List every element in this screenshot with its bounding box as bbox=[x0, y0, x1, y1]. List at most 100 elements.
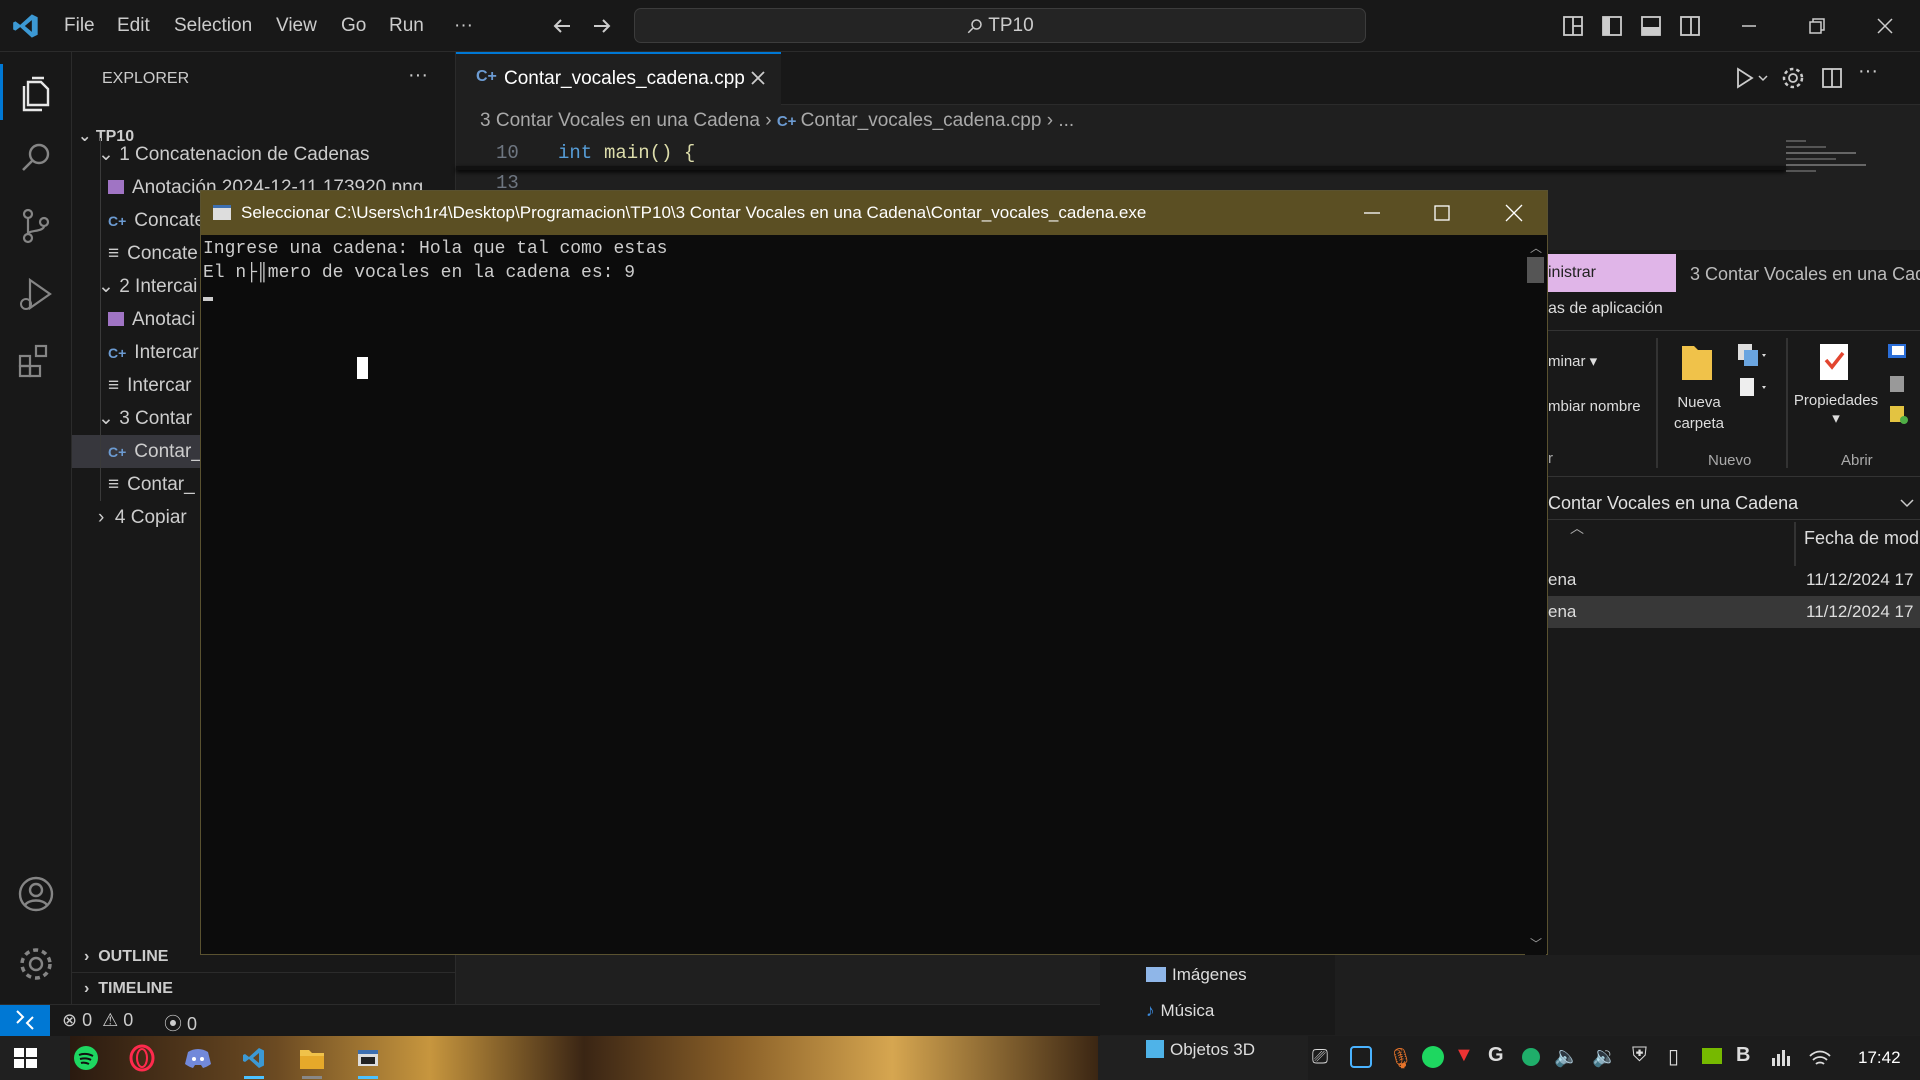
minimap[interactable] bbox=[1786, 136, 1876, 196]
folder-item[interactable]: ⌄ 1 Concatenacion de Cadenas bbox=[98, 138, 456, 171]
keyword: int bbox=[558, 142, 593, 164]
settings-icon[interactable] bbox=[1781, 66, 1805, 90]
screenshot-icon[interactable]: ⎚ bbox=[1312, 1046, 1328, 1069]
settings-gear-icon[interactable] bbox=[14, 942, 58, 986]
command-center-search[interactable]: TP10 bbox=[634, 8, 1366, 43]
title-bar: File Edit Selection View Go Run ··· TP10 bbox=[0, 0, 1920, 52]
g-hub-icon[interactable]: G bbox=[1488, 1044, 1504, 1067]
console-taskbar-icon[interactable] bbox=[350, 1042, 386, 1074]
run-code-icon[interactable] bbox=[1732, 66, 1768, 90]
timeline-section[interactable]: › TIMELINE bbox=[84, 980, 173, 998]
forward-arrow-icon[interactable] bbox=[590, 14, 614, 38]
breadcrumb-file[interactable]: Contar_vocales_cadena.cpp bbox=[801, 110, 1042, 131]
volume-alt-icon[interactable]: 🔉 bbox=[1592, 1044, 1617, 1069]
file-explorer-window: inistrar 3 Contar Vocales en una Cade as… bbox=[1548, 250, 1920, 955]
search-sidebar-icon[interactable] bbox=[14, 136, 58, 180]
divider bbox=[1656, 338, 1658, 468]
vscode-taskbar-icon[interactable] bbox=[236, 1042, 272, 1074]
rename-button[interactable]: mbiar nombre bbox=[1548, 398, 1641, 415]
close-icon[interactable] bbox=[1503, 203, 1525, 223]
menu-edit[interactable]: Edit bbox=[117, 0, 150, 52]
properties-button[interactable]: Propiedades ▾ bbox=[1792, 392, 1880, 427]
extensions-icon[interactable] bbox=[14, 338, 58, 382]
run-debug-icon[interactable] bbox=[14, 272, 58, 316]
close-tab-icon[interactable] bbox=[748, 66, 768, 90]
source-control-icon[interactable] bbox=[14, 204, 58, 248]
file-row[interactable]: ena 11/12/2024 17 bbox=[1548, 596, 1920, 628]
clock[interactable]: 17:42 bbox=[1858, 1048, 1901, 1068]
nav-item-images[interactable]: Imágenes bbox=[1146, 965, 1247, 985]
bluetooth-icon[interactable]: B bbox=[1736, 1044, 1750, 1067]
shield-icon[interactable]: ⛨ bbox=[1632, 1044, 1647, 1067]
subtab-tools[interactable]: as de aplicación bbox=[1548, 300, 1663, 318]
console-title-bar[interactable]: Seleccionar C:\Users\ch1r4\Desktop\Progr… bbox=[201, 191, 1547, 235]
microphone-icon[interactable]: 🎙 bbox=[1388, 1046, 1413, 1071]
scroll-thumb[interactable] bbox=[1527, 257, 1544, 283]
signal-bars-icon[interactable] bbox=[1770, 1046, 1792, 1068]
windows-start-icon[interactable] bbox=[8, 1042, 44, 1074]
toggle-secondary-sidebar-icon[interactable] bbox=[1679, 15, 1701, 37]
minimize-icon[interactable] bbox=[1738, 15, 1760, 37]
wifi-icon[interactable] bbox=[1808, 1046, 1832, 1068]
nav-item-music[interactable]: ♪ Música bbox=[1146, 1001, 1214, 1021]
vpn-icon[interactable]: ▼ bbox=[1454, 1044, 1474, 1067]
split-editor-icon[interactable] bbox=[1820, 66, 1844, 90]
ports-indicator[interactable]: ⦿ 0 bbox=[164, 1010, 197, 1036]
file-explorer-taskbar-icon[interactable] bbox=[294, 1042, 330, 1074]
console-scrollbar[interactable]: ︿ ﹀ bbox=[1525, 235, 1546, 955]
toggle-primary-sidebar-icon[interactable] bbox=[1601, 15, 1623, 37]
properties-icon bbox=[1818, 342, 1852, 382]
menu-view[interactable]: View bbox=[276, 0, 317, 52]
status-dot-icon[interactable] bbox=[1522, 1048, 1540, 1066]
divider bbox=[1548, 476, 1920, 477]
app-tray-icon[interactable] bbox=[1350, 1046, 1372, 1068]
problems-indicator[interactable]: ⊗ 0 ⚠ 0 bbox=[62, 1010, 133, 1031]
explorer-icon[interactable] bbox=[14, 70, 58, 114]
opera-gx-icon[interactable] bbox=[124, 1042, 160, 1074]
open-icons[interactable] bbox=[1886, 342, 1920, 432]
file-row[interactable]: ena 11/12/2024 17 bbox=[1548, 564, 1920, 596]
address-bar[interactable]: Contar Vocales en una Cadena bbox=[1548, 486, 1920, 520]
remote-indicator[interactable] bbox=[0, 1005, 50, 1036]
more-actions-icon[interactable]: ··· bbox=[1858, 60, 1878, 83]
customize-layout-icon[interactable] bbox=[1562, 15, 1584, 37]
window-tab-title[interactable]: 3 Contar Vocales en una Cade bbox=[1690, 264, 1920, 285]
discord-icon[interactable] bbox=[180, 1042, 216, 1074]
code-line[interactable]: 10 int main() { bbox=[456, 138, 1786, 168]
back-arrow-icon[interactable] bbox=[550, 14, 574, 38]
breadcrumb-folder[interactable]: 3 Contar Vocales en una Cadena bbox=[480, 110, 760, 131]
nvidia-icon[interactable] bbox=[1702, 1048, 1722, 1064]
spotify-tray-icon[interactable] bbox=[1422, 1046, 1444, 1068]
tab-manage[interactable]: inistrar bbox=[1548, 254, 1676, 292]
scroll-up-icon[interactable]: ︿ bbox=[1530, 239, 1542, 256]
minimize-icon[interactable] bbox=[1361, 203, 1383, 223]
new-item-icon[interactable] bbox=[1736, 342, 1770, 402]
volume-icon[interactable]: 🔈 bbox=[1554, 1044, 1579, 1069]
menu-file[interactable]: File bbox=[64, 0, 95, 52]
outline-section[interactable]: › OUTLINE bbox=[84, 948, 168, 966]
usb-icon[interactable]: ▯ bbox=[1668, 1044, 1679, 1069]
toggle-panel-icon[interactable] bbox=[1640, 15, 1662, 37]
maximize-icon[interactable] bbox=[1431, 203, 1453, 223]
breadcrumb: 3 Contar Vocales en una Cadena › C+ Cont… bbox=[480, 110, 1074, 132]
close-icon[interactable] bbox=[1874, 15, 1896, 37]
accounts-icon[interactable] bbox=[14, 872, 58, 916]
more-actions-icon[interactable]: ··· bbox=[408, 64, 428, 87]
move-button[interactable]: minar ▾ bbox=[1548, 352, 1597, 370]
column-date[interactable]: Fecha de modi bbox=[1804, 528, 1920, 549]
spotify-icon[interactable] bbox=[68, 1042, 104, 1074]
status-bar: ⊗ 0 ⚠ 0 ⦿ 0 bbox=[0, 1004, 1100, 1036]
console-output[interactable]: Ingrese una cadena: Hola que tal como es… bbox=[201, 235, 1525, 955]
new-folder-button[interactable]: Nueva carpeta bbox=[1664, 392, 1734, 434]
divider bbox=[1786, 338, 1788, 468]
tab-contar-vocales[interactable]: C+ Contar_vocales_cadena.cpp bbox=[456, 52, 781, 106]
menu-run[interactable]: Run bbox=[389, 0, 424, 52]
menu-go[interactable]: Go bbox=[341, 0, 366, 52]
menu-more[interactable]: ··· bbox=[454, 0, 473, 52]
menu-selection[interactable]: Selection bbox=[174, 0, 252, 52]
chevron-down-icon[interactable] bbox=[1898, 494, 1916, 512]
restore-icon[interactable] bbox=[1806, 15, 1828, 37]
breadcrumb-symbol[interactable]: ... bbox=[1058, 110, 1074, 131]
scroll-down-icon[interactable]: ﹀ bbox=[1530, 935, 1542, 952]
nav-item-3d-objects[interactable]: Objetos 3D bbox=[1146, 1040, 1255, 1060]
